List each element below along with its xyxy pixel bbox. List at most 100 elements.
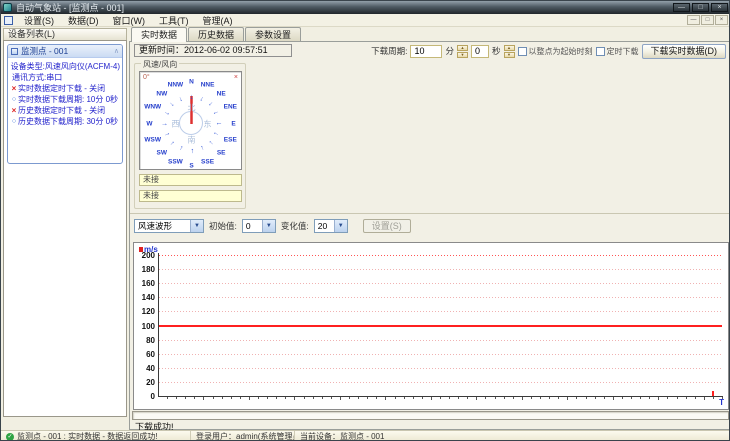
- spinner-up-icon[interactable]: ▲: [503, 44, 515, 51]
- x-minor-tick: [303, 397, 305, 399]
- menu-item-2[interactable]: 窗口(W): [106, 14, 153, 27]
- x-minor-tick: [512, 397, 514, 399]
- gridline-120: [159, 311, 722, 313]
- menu-item-1[interactable]: 数据(D): [61, 14, 106, 27]
- x-minor-tick: [185, 397, 187, 399]
- device-info-text: 历史数据下载周期: 30分 0秒: [18, 117, 119, 126]
- scheduled-download-checkbox[interactable]: [595, 46, 605, 56]
- statusbar-section-2: 当前设备：监测点 - 001: [295, 431, 729, 440]
- y-tick-label-140: 140: [141, 293, 155, 303]
- direction-label-nne: NNE: [200, 81, 215, 89]
- initial-value-select[interactable]: 0 ▼: [241, 218, 276, 233]
- x-minor-tick: [385, 397, 387, 400]
- device-panel-header[interactable]: 监测点 - 001 ∧: [8, 45, 122, 58]
- x-minor-tick: [440, 397, 441, 399]
- x-minor-tick: [594, 397, 596, 399]
- seconds-input[interactable]: 0: [470, 44, 489, 58]
- direction-arrow-icon: →: [176, 143, 186, 154]
- window-title: 自动气象站 - [监测点 - 001]: [16, 3, 125, 13]
- y-tick-label-100: 100: [141, 321, 155, 331]
- wind-direction-value: 0°: [143, 74, 150, 81]
- start-on-hour-checkbox[interactable]: [517, 46, 527, 56]
- wind-groupbox: 风速/风向 0° × N → NNE → NE → ENE → E → ESE → SE → SSE → S → S…: [134, 59, 246, 209]
- x-minor-tick: [485, 397, 487, 399]
- statusbar: ✓ 监测点 - 001 : 实时数据 - 数据返回成功! 登录用户：admin(系统…: [1, 430, 729, 441]
- dropdown-arrow-icon[interactable]: ▼: [333, 219, 347, 232]
- menu-item-0[interactable]: 设置(S): [17, 14, 61, 27]
- x-minor-tick: [530, 397, 532, 399]
- collapse-chevron-icon[interactable]: ∧: [114, 47, 119, 55]
- window-controls: — □ ×: [673, 3, 729, 12]
- x-minor-tick: [349, 397, 351, 399]
- child-close-button[interactable]: ×: [715, 15, 728, 25]
- wind-compass: 0° × N → NNE → NE → ENE → E → ESE → SE → SSE → S → SSW → SW →…: [139, 71, 242, 170]
- x-minor-tick: [503, 397, 505, 399]
- change-value-select[interactable]: 20 ▼: [313, 218, 348, 233]
- x-minor-tick: [321, 397, 323, 399]
- x-axis-label: T: [719, 398, 724, 407]
- direction-label-e: E: [231, 120, 236, 127]
- x-minor-tick: [549, 397, 551, 399]
- minimize-button[interactable]: —: [673, 3, 690, 12]
- scheduled-download-label: 定时下载: [606, 46, 639, 56]
- direction-arrow-icon: →: [197, 93, 207, 104]
- x-minor-tick: [612, 397, 614, 400]
- menu-item-4[interactable]: 管理(A): [196, 14, 240, 27]
- x-minor-tick: [585, 397, 587, 399]
- waveform-select-value: 风速波形: [138, 220, 173, 231]
- x-minor-tick: [358, 397, 360, 399]
- y-tick-label-20: 20: [146, 377, 155, 387]
- tab-0[interactable]: 实时数据: [131, 27, 188, 42]
- waveform-select[interactable]: 风速波形 ▼: [134, 218, 204, 233]
- download-controls: 下载周期: 10 分 ▲ ▼ 0 秒 ▲ ▼ 以整点为起始时刻 定时下载 下载实…: [371, 43, 726, 59]
- spinner-down-icon[interactable]: ▼: [456, 51, 468, 58]
- x-minor-tick: [703, 397, 705, 400]
- child-restore-button[interactable]: □: [701, 15, 714, 25]
- minutes-input[interactable]: 10: [410, 44, 443, 58]
- direction-label-sse: SSE: [201, 158, 215, 166]
- sidebar: 设备列表(L) 监测点 - 001 ∧ 设备类型:风速风向仪(ACFM-4) 通讯…: [1, 27, 129, 430]
- y-tick-label-60: 60: [146, 349, 155, 359]
- direction-arrow-icon: →: [161, 108, 172, 118]
- menu-item-3[interactable]: 工具(T): [152, 14, 196, 27]
- update-time-field: 更新时间：2012-06-02 09:57:51: [134, 44, 292, 57]
- dropdown-arrow-icon[interactable]: ▼: [190, 219, 203, 232]
- scheduled-download-option: 定时下载: [595, 46, 639, 57]
- x-minor-tick: [467, 397, 469, 399]
- dropdown-arrow-icon[interactable]: ▼: [261, 219, 275, 232]
- direction-arrow-icon: →: [211, 129, 222, 139]
- wind-speed-chart: m/s T 0 20 40 60 80 100 120 140 160 180 200: [133, 242, 729, 410]
- maximize-button[interactable]: □: [692, 3, 709, 12]
- x-minor-tick: [558, 397, 560, 399]
- x-minor-tick: [412, 397, 414, 399]
- change-value-label: 变化值:: [280, 220, 309, 231]
- child-minimize-button[interactable]: —: [687, 15, 700, 25]
- wind-speed-field: 未接: [139, 174, 242, 186]
- direction-arrow-icon: →: [197, 143, 207, 154]
- settings-button[interactable]: 设置(S): [362, 218, 411, 233]
- x-minor-tick: [258, 397, 260, 399]
- x-minor-tick: [621, 397, 623, 399]
- spinner-down-icon[interactable]: ▼: [503, 51, 515, 58]
- wind-direction-field: 未接: [139, 190, 242, 202]
- x-minor-tick: [712, 397, 714, 399]
- x-minor-tick: [640, 397, 642, 399]
- x-minor-tick: [667, 397, 669, 399]
- tab-2[interactable]: 参数设置: [245, 27, 302, 41]
- device-info-text: 通讯方式:串口: [12, 73, 63, 82]
- device-info-text: 设备类型:风速风向仪(ACFM-4): [10, 62, 120, 71]
- direction-arrow-icon: →: [161, 120, 168, 127]
- titlebar: 自动气象站 - [监测点 - 001] — □ ×: [1, 1, 729, 14]
- error-x-icon: ×: [11, 106, 17, 115]
- statusbar-text-1: 登录用户：admin(系统管理员): [196, 432, 295, 441]
- close-button[interactable]: ×: [711, 3, 728, 12]
- spinner-up-icon[interactable]: ▲: [456, 44, 468, 51]
- device-info-text: 历史数据定时下载 - 关闭: [18, 106, 106, 115]
- seconds-stepper[interactable]: ▲ ▼: [503, 44, 515, 58]
- initial-value-label: 初始值:: [209, 220, 237, 231]
- download-realtime-button[interactable]: 下载实时数据(D): [641, 43, 726, 59]
- application-window: 自动气象站 - [监测点 - 001] — □ × 设置(S) 数据(D) 窗口(W…: [0, 0, 730, 441]
- minutes-stepper[interactable]: ▲ ▼: [456, 44, 468, 58]
- x-minor-tick: [449, 397, 451, 399]
- tab-1[interactable]: 历史数据: [188, 27, 245, 41]
